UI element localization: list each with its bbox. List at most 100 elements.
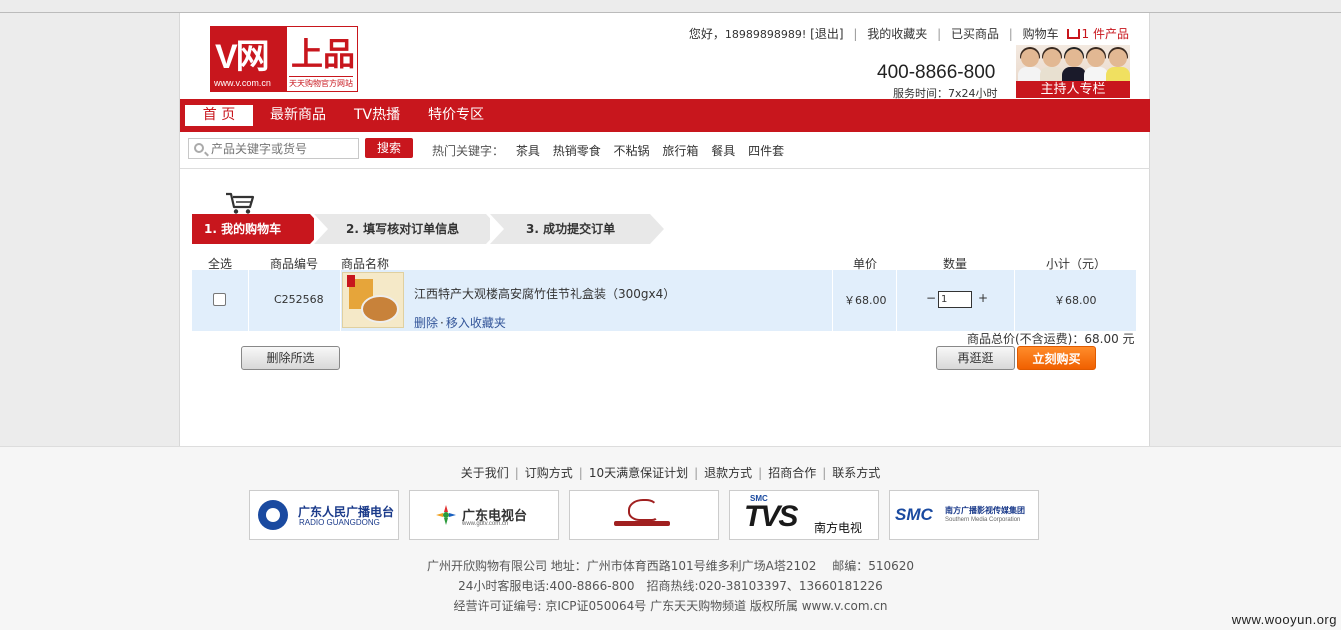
footer-link-business[interactable]: 招商合作 bbox=[768, 466, 816, 480]
favorites-link[interactable]: 我的收藏夹 bbox=[867, 27, 927, 41]
divider: | bbox=[937, 27, 942, 41]
decrease-button[interactable]: − bbox=[926, 291, 936, 305]
host-face bbox=[1065, 49, 1083, 67]
cell-divider bbox=[832, 270, 833, 331]
partner-subtitle: www.gdtv.com.cn bbox=[462, 521, 509, 527]
partner-radio-guangdong[interactable]: 广东人民广播电台 RADIO GUANGDONG bbox=[249, 490, 399, 540]
search-icon bbox=[194, 143, 204, 153]
separator-dot: · bbox=[440, 316, 444, 330]
cart-link[interactable]: 购物车 bbox=[1023, 27, 1059, 41]
step-fill-order: 2. 填写核对订单信息 bbox=[314, 214, 500, 244]
cart-count: 1 bbox=[1081, 27, 1090, 41]
top-links: 您好，18989898989! [退出] | 我的收藏夹 | 已买商品 | 购物… bbox=[689, 25, 1129, 42]
keyword-link[interactable]: 热销零食 bbox=[553, 144, 601, 158]
cell-divider bbox=[248, 270, 249, 331]
quantity-input[interactable]: 1 bbox=[938, 291, 972, 308]
footer-link-order[interactable]: 订购方式 bbox=[525, 466, 573, 480]
delete-link[interactable]: 删除 bbox=[414, 316, 438, 330]
nav-tv-hot[interactable]: TV热播 bbox=[344, 105, 410, 126]
host-face bbox=[1043, 49, 1061, 67]
footer-link-refund[interactable]: 退款方式 bbox=[704, 466, 752, 480]
partner-smc[interactable]: SMC 南方广播影视传媒集团 Southern Media Corporatio… bbox=[889, 490, 1039, 540]
search-bar: 搜索 热门关键字： 茶具 热销零食 不粘锅 旅行箱 餐具 四件套 bbox=[180, 132, 1150, 169]
host-face bbox=[1087, 49, 1105, 67]
keyword-link[interactable]: 餐具 bbox=[711, 144, 735, 158]
footer-link-guarantee[interactable]: 10天满意保证计划 bbox=[589, 466, 688, 480]
greeting: 您好， bbox=[688, 27, 725, 41]
cell-divider bbox=[896, 270, 897, 331]
shopping-cart-icon bbox=[226, 192, 255, 214]
row-subtotal: ￥68.00 bbox=[1054, 294, 1097, 307]
partner-tvs[interactable]: SMC TVS 南方电视 bbox=[729, 490, 879, 540]
step-cart-label: 1. 我的购物车 bbox=[204, 222, 282, 236]
cell-divider bbox=[340, 270, 341, 331]
divider: | bbox=[514, 466, 519, 480]
purchased-link[interactable]: 已买商品 bbox=[951, 27, 999, 41]
product-sku: C252568 bbox=[274, 293, 324, 306]
company-license: 经营许可证编号: 京ICP证050064号 广东天天购物频道 版权所属 www.… bbox=[453, 599, 888, 613]
logo-left: V网 www.v.com.cn bbox=[211, 27, 287, 91]
partner-name: 南方电视 bbox=[814, 521, 863, 535]
logo-right-text: 上品 bbox=[291, 35, 356, 73]
product-actions: 删除 · 移入收藏夹 bbox=[414, 314, 506, 331]
horse-logo-bar bbox=[614, 521, 670, 526]
cell-divider bbox=[1014, 270, 1015, 331]
keyword-link[interactable]: 茶具 bbox=[516, 144, 540, 158]
step-cart: 1. 我的购物车 bbox=[192, 214, 324, 244]
company-phone: 24小时客服电话:400-8866-800 招商热线:020-38103397、… bbox=[458, 579, 883, 593]
logo-tagline: 天天购物官方网站 bbox=[289, 76, 353, 89]
search-input[interactable] bbox=[211, 141, 356, 157]
partner-gdtv[interactable]: 广东电视台 www.gdtv.com.cn bbox=[409, 490, 559, 540]
hosts-column-link[interactable]: 主持人专栏 bbox=[1016, 81, 1130, 98]
footer-link-contact[interactable]: 联系方式 bbox=[832, 466, 880, 480]
nav-specials[interactable]: 特价专区 bbox=[418, 105, 494, 126]
move-to-favorites-link[interactable]: 移入收藏夹 bbox=[446, 316, 506, 330]
user-phone: 18989898989! bbox=[724, 28, 807, 41]
gdtv-icon bbox=[436, 505, 456, 525]
keyword-link[interactable]: 四件套 bbox=[748, 144, 784, 158]
horse-icon bbox=[628, 499, 658, 521]
cart-row: C252568 江西特产大观楼高安腐竹佳节礼盒装（300gx4） 删除 · 移入收藏… bbox=[192, 270, 1136, 331]
cart-icon[interactable] bbox=[1066, 29, 1080, 39]
product-thumbnail[interactable] bbox=[342, 272, 404, 328]
row-checkbox[interactable] bbox=[213, 293, 226, 306]
keyword-link[interactable]: 旅行箱 bbox=[662, 144, 698, 158]
divider: | bbox=[694, 466, 699, 480]
footer: 关于我们 | 订购方式 | 10天满意保证计划 | 退款方式 | 招商合作 | 联系方式 广东人民广… bbox=[0, 446, 1341, 630]
company-address: 广州开欣购物有限公司 地址：广州市体育西路101号维多利广场A塔2102 邮编：… bbox=[426, 559, 915, 573]
product-name-link[interactable]: 江西特产大观楼高安腐竹佳节礼盒装（300gx4） bbox=[414, 285, 675, 302]
keyword-link[interactable]: 不粘锅 bbox=[614, 144, 650, 158]
step-fill-order-label: 2. 填写核对订单信息 bbox=[346, 222, 460, 236]
divider: | bbox=[578, 466, 583, 480]
order-total: 商品总价(不含运费)：68.00 元 bbox=[967, 332, 1135, 346]
divider: | bbox=[853, 27, 858, 41]
buy-now-button[interactable]: 立刻购买 bbox=[1017, 346, 1096, 370]
page-container: V网 www.v.com.cn 上品 天天购物官方网站 您好，189898989… bbox=[179, 13, 1150, 446]
partner-subtitle: RADIO GUANGDONG bbox=[299, 518, 380, 527]
nav-home[interactable]: 首 页 bbox=[185, 105, 253, 126]
footer-link-about[interactable]: 关于我们 bbox=[461, 466, 509, 480]
increase-button[interactable]: + bbox=[978, 291, 988, 305]
host-face bbox=[1021, 49, 1039, 67]
cart-suffix: 件产品 bbox=[1092, 27, 1129, 41]
nav-new-products[interactable]: 最新商品 bbox=[260, 105, 336, 126]
step-arrow bbox=[650, 214, 664, 244]
logout-link[interactable]: [退出] bbox=[810, 27, 843, 41]
step-submit-order-label: 3. 成功提交订单 bbox=[526, 222, 616, 236]
delete-selected-button[interactable]: 删除所选 bbox=[241, 346, 340, 370]
partner-horse-logo[interactable] bbox=[569, 490, 719, 540]
watermark: www.wooyun.org bbox=[1231, 612, 1337, 627]
logo-left-text: V网 bbox=[215, 38, 270, 76]
site-logo[interactable]: V网 www.v.com.cn 上品 天天购物官方网站 bbox=[210, 26, 358, 92]
partner-subtitle: Southern Media Corporation bbox=[945, 517, 1021, 523]
unit-price: ￥68.00 bbox=[844, 294, 887, 307]
divider: | bbox=[758, 466, 763, 480]
logo-url: www.v.com.cn bbox=[214, 78, 271, 88]
radio-guangdong-icon bbox=[258, 500, 288, 530]
search-button[interactable]: 搜索 bbox=[365, 138, 413, 158]
continue-shopping-button[interactable]: 再逛逛 bbox=[936, 346, 1015, 370]
tvs-logo: TVS bbox=[744, 500, 798, 533]
partner-name: 南方广播影视传媒集团 bbox=[945, 506, 1025, 515]
smc-logo: SMC bbox=[895, 505, 933, 524]
search-field[interactable] bbox=[188, 138, 359, 159]
